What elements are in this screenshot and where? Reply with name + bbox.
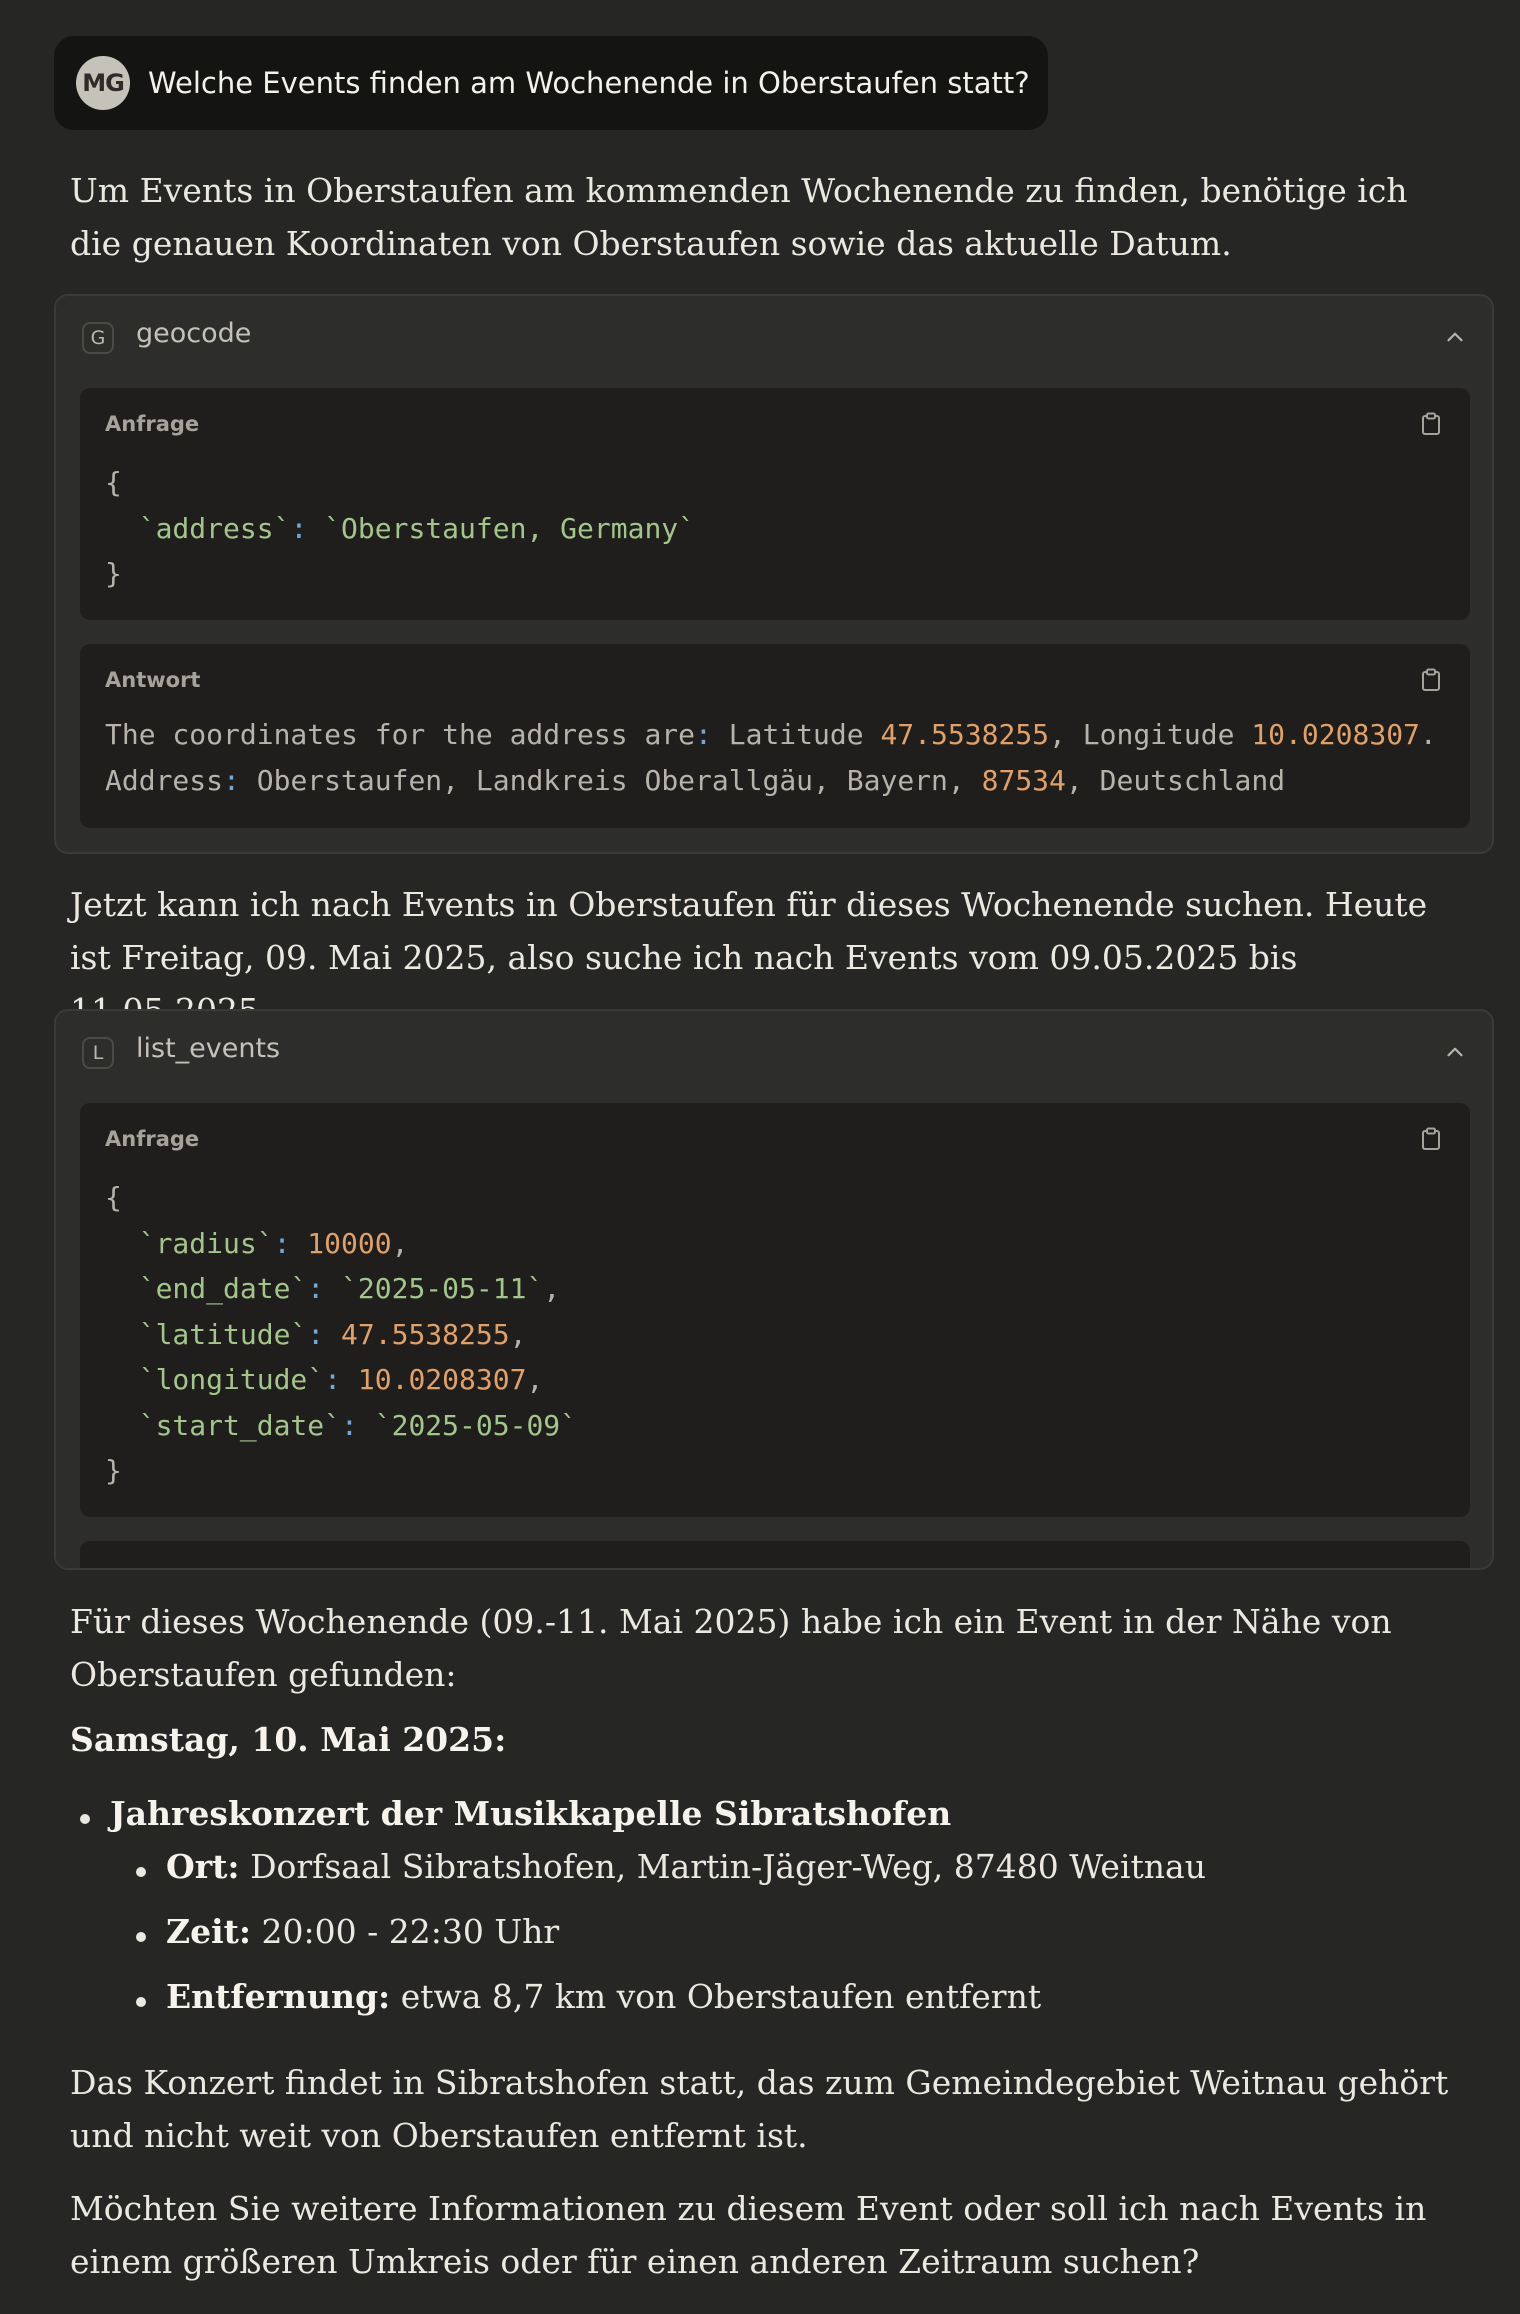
assistant-closing-text-1: Das Konzert findet in Sibratshofen statt… (70, 2063, 1449, 2155)
request-label: Anfrage (105, 1127, 200, 1151)
clipboard-icon[interactable] (1420, 412, 1442, 436)
clipboard-icon[interactable] (1420, 1127, 1442, 1151)
tool-name: list_events (136, 1033, 281, 1064)
chevron-up-icon[interactable] (1442, 324, 1468, 350)
tool-card-list-events: L list_events Anfrage { `radius`: 10000,… (54, 1009, 1494, 1570)
request-panel: Anfrage { `address`: `Oberstaufen, Germa… (80, 388, 1470, 620)
tool-header-geocode[interactable]: G geocode (56, 296, 1492, 380)
user-message-text: Welche Events finden am Wochenende in Ob… (148, 66, 1030, 100)
chat-transcript: MG Welche Events finden am Wochenende in… (0, 0, 1520, 2314)
assistant-result-text: Für dieses Wochenende (09.-11. Mai 2025)… (70, 1602, 1392, 1694)
event-distance: Entfernung: etwa 8,7 km von Oberstaufen … (166, 1977, 1042, 2016)
user-message: MG Welche Events finden am Wochenende in… (54, 36, 1048, 130)
bullet-dot (136, 1997, 146, 2007)
event-title: Jahreskonzert der Musikkapelle Sibratsho… (110, 1794, 952, 1833)
bullet-dot (136, 1867, 146, 1877)
event-location: Ort: Dorfsaal Sibratshofen, Martin-Jäger… (166, 1847, 1206, 1886)
day-heading: Samstag, 10. Mai 2025: (70, 1720, 507, 1759)
response-panel-collapsed (80, 1541, 1470, 1568)
response-label: Antwort (105, 668, 201, 692)
tool-letter-badge: L (82, 1037, 114, 1069)
tool-name: geocode (136, 318, 252, 349)
request-label: Anfrage (105, 412, 200, 436)
chevron-up-icon[interactable] (1442, 1039, 1468, 1065)
address-value: `Oberstaufen, Germany` (324, 511, 696, 545)
user-avatar[interactable]: MG (76, 56, 130, 110)
request-code: { `radius`: 10000, `end_date`: `2025-05-… (105, 1181, 578, 1487)
assistant-intro-text: Um Events in Oberstaufen am kommenden Wo… (70, 171, 1408, 263)
request-code: { `address`: `Oberstaufen, Germany` } (105, 466, 696, 590)
request-panel: Anfrage { `radius`: 10000, `end_date`: `… (80, 1103, 1470, 1517)
bullet-dot (80, 1814, 90, 1824)
response-code: The coordinates for the address are: Lat… (105, 718, 1437, 797)
tool-letter-badge: G (82, 322, 114, 354)
assistant-closing-text-2: Möchten Sie weitere Informationen zu die… (70, 2189, 1427, 2281)
bullet-dot (136, 1932, 146, 1942)
tool-card-geocode: G geocode Anfrage { `address`: `Oberstau… (54, 294, 1494, 854)
clipboard-icon[interactable] (1420, 668, 1442, 692)
response-panel: Antwort The coordinates for the address … (80, 644, 1470, 828)
event-time: Zeit: 20:00 - 22:30 Uhr (166, 1912, 560, 1951)
tool-header-list-events[interactable]: L list_events (56, 1011, 1492, 1095)
